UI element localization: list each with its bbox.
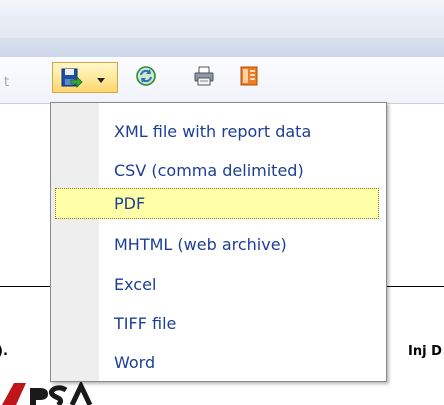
page-layout-icon[interactable] xyxy=(238,65,260,87)
menu-item-xml[interactable]: XML file with report data xyxy=(55,116,379,147)
report-divider-left xyxy=(0,286,50,287)
report-text-fragment: ). xyxy=(0,344,8,359)
header-stripe xyxy=(0,38,444,57)
save-icon xyxy=(61,68,83,88)
menu-item-label: XML file with report data xyxy=(114,122,312,141)
export-dropdown-button[interactable] xyxy=(52,62,118,93)
refresh-icon[interactable] xyxy=(135,65,157,87)
menu-item-label: PDF xyxy=(114,194,146,213)
menu-item-pdf[interactable]: PDF xyxy=(55,188,379,219)
menu-item-label: MHTML (web archive) xyxy=(114,235,287,254)
menu-item-excel[interactable]: Excel xyxy=(55,269,379,300)
menu-item-word[interactable]: Word xyxy=(55,347,379,378)
menu-item-label: CSV (comma delimited) xyxy=(114,161,304,180)
report-column-header: Inj D xyxy=(408,344,442,359)
window-header-bar xyxy=(0,0,444,57)
toolbar-truncated-text: t xyxy=(4,75,10,90)
export-format-menu: XML file with report data CSV (comma del… xyxy=(50,102,387,382)
menu-item-label: TIFF file xyxy=(114,314,177,333)
menu-item-label: Excel xyxy=(114,275,157,294)
menu-item-mhtml[interactable]: MHTML (web archive) xyxy=(55,229,379,260)
printer-icon[interactable] xyxy=(193,65,215,87)
report-logo xyxy=(2,380,93,405)
report-divider-right xyxy=(387,286,444,287)
menu-item-label: Word xyxy=(114,353,156,372)
menu-item-csv[interactable]: CSV (comma delimited) xyxy=(55,155,379,186)
chevron-down-icon xyxy=(97,78,105,83)
menu-item-tiff[interactable]: TIFF file xyxy=(55,308,379,339)
